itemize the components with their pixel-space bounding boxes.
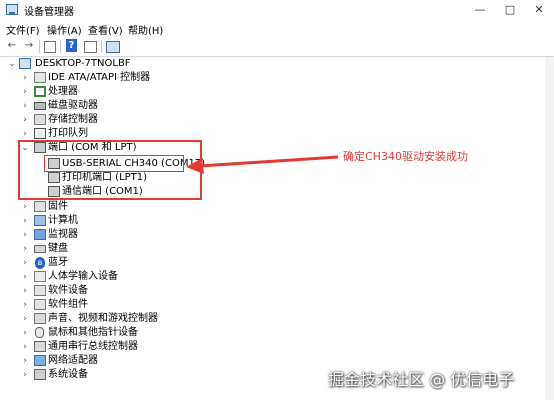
watermark: 掘金技术社区 @ 优信电子 <box>328 370 515 389</box>
annotation-arrow <box>186 155 339 174</box>
annotation-text: 确定CH340驱动安装成功 <box>343 150 468 163</box>
